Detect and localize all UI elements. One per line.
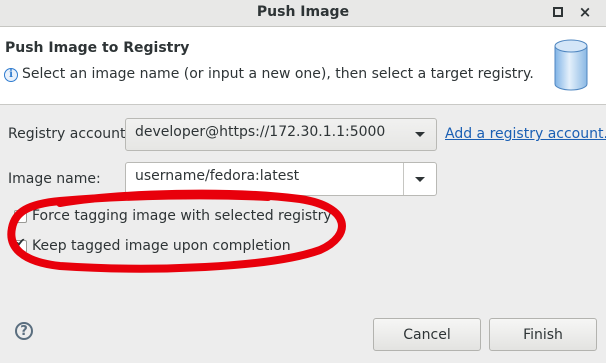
registry-account-label: Registry account: bbox=[8, 126, 131, 142]
keep-tagged-checkbox[interactable]: ✔ bbox=[14, 236, 27, 253]
add-registry-account-link[interactable]: Add a registry account... bbox=[445, 126, 606, 142]
chevron-down-icon bbox=[404, 119, 436, 150]
dialog-header: Push Image to Registry i Select an image… bbox=[0, 27, 606, 105]
info-icon: i bbox=[4, 68, 18, 82]
help-icon[interactable]: ? bbox=[15, 322, 33, 340]
finish-button[interactable]: Finish bbox=[489, 318, 597, 351]
maximize-icon bbox=[553, 7, 563, 17]
keep-tagged-label: Keep tagged image upon completion bbox=[32, 238, 291, 254]
registry-account-value: developer@https://172.30.1.1:5000 bbox=[135, 124, 386, 140]
registry-account-select[interactable]: developer@https://172.30.1.1:5000 bbox=[125, 118, 437, 151]
close-icon: × bbox=[578, 3, 592, 21]
force-tagging-label: Force tagging image with selected regist… bbox=[32, 208, 332, 224]
chevron-down-icon[interactable] bbox=[403, 163, 436, 195]
cancel-button[interactable]: Cancel bbox=[373, 318, 481, 351]
keep-tagged-option[interactable]: ✔ Keep tagged image upon completion bbox=[14, 236, 291, 254]
window-title: Push Image bbox=[256, 4, 350, 20]
maximize-button[interactable] bbox=[551, 5, 565, 19]
image-name-input[interactable]: username/fedora:latest bbox=[135, 168, 299, 184]
force-tagging-checkbox[interactable]: ✔ bbox=[14, 206, 27, 223]
close-button[interactable]: × bbox=[578, 3, 592, 21]
checkmark-icon: ✔ bbox=[15, 205, 26, 221]
header-message: Select an image name (or input a new one… bbox=[22, 66, 534, 82]
force-tagging-option[interactable]: ✔ Force tagging image with selected regi… bbox=[14, 206, 332, 224]
title-bar: Push Image × bbox=[0, 0, 606, 27]
database-icon bbox=[554, 39, 588, 91]
image-name-label: Image name: bbox=[8, 171, 101, 187]
header-title: Push Image to Registry bbox=[5, 40, 190, 56]
checkmark-icon: ✔ bbox=[15, 235, 26, 251]
image-name-combo[interactable]: username/fedora:latest bbox=[125, 162, 437, 196]
